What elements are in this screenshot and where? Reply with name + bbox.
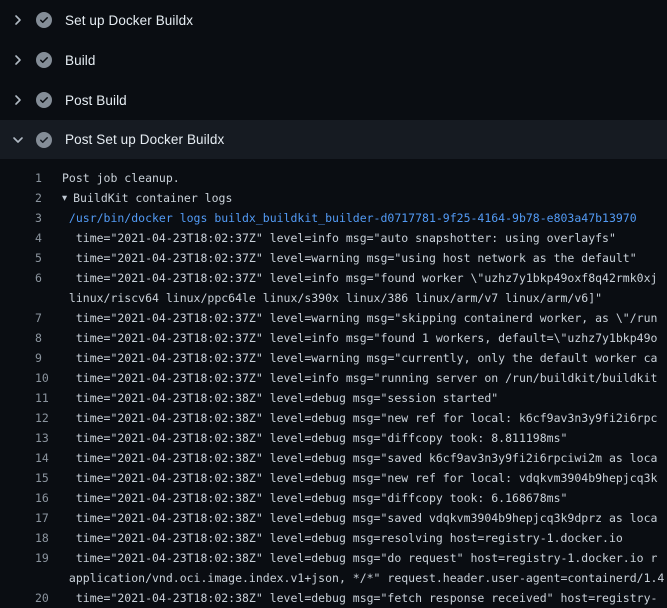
log-text: time="2021-04-23T18:02:38Z" level=debug … <box>62 528 623 548</box>
log-text: ▼ BuildKit container logs <box>62 188 232 208</box>
log-line-number[interactable]: 10 <box>0 368 62 388</box>
log: 1Post job cleanup.2▼ BuildKit container l… <box>0 159 667 608</box>
log-line: 10 time="2021-04-23T18:02:37Z" level=inf… <box>0 368 667 388</box>
log-line-number[interactable]: 3 <box>0 208 62 228</box>
log-line: 16 time="2021-04-23T18:02:38Z" level=deb… <box>0 488 667 508</box>
log-text: time="2021-04-23T18:02:38Z" level=debug … <box>62 428 567 448</box>
log-text: time="2021-04-23T18:02:37Z" level=info m… <box>62 328 657 348</box>
log-line-number[interactable]: 6 <box>0 268 62 288</box>
chevron-down-icon <box>10 132 26 148</box>
step-label: Build <box>65 53 96 68</box>
log-line-number[interactable]: 11 <box>0 388 62 408</box>
log-line: 4 time="2021-04-23T18:02:37Z" level=info… <box>0 228 667 248</box>
log-line-number[interactable]: 16 <box>0 488 62 508</box>
log-text: application/vnd.oci.image.index.v1+json,… <box>62 568 664 588</box>
log-text: Post job cleanup. <box>62 168 180 188</box>
log-line-number[interactable]: 1 <box>0 168 62 188</box>
log-line: 19 time="2021-04-23T18:02:38Z" level=deb… <box>0 548 667 568</box>
step-label: Post Set up Docker Buildx <box>65 132 224 147</box>
log-text: time="2021-04-23T18:02:37Z" level=warnin… <box>62 348 657 368</box>
log-text: time="2021-04-23T18:02:38Z" level=debug … <box>62 448 657 468</box>
log-line-number[interactable]: 14 <box>0 448 62 468</box>
chevron-right-icon <box>10 52 26 68</box>
step-post-set-up-docker-buildx[interactable]: Post Set up Docker Buildx <box>0 120 667 159</box>
log-text: time="2021-04-23T18:02:37Z" level=warnin… <box>62 248 637 268</box>
chevron-right-icon <box>10 12 26 28</box>
log-command-text: /usr/bin/docker logs buildx_buildkit_bui… <box>62 208 637 228</box>
log-text: time="2021-04-23T18:02:38Z" level=debug … <box>62 588 657 608</box>
log-line-number <box>0 288 62 308</box>
log-line-continuation: linux/riscv64 linux/ppc64le linux/s390x … <box>0 288 667 308</box>
log-line-continuation: application/vnd.oci.image.index.v1+json,… <box>0 568 667 588</box>
log-line: 9 time="2021-04-23T18:02:37Z" level=warn… <box>0 348 667 368</box>
log-line: 2▼ BuildKit container logs <box>0 188 667 208</box>
log-line-number[interactable]: 20 <box>0 588 62 608</box>
log-text: time="2021-04-23T18:02:38Z" level=debug … <box>62 548 657 568</box>
log-line-number[interactable]: 19 <box>0 548 62 568</box>
log-line: 14 time="2021-04-23T18:02:38Z" level=deb… <box>0 448 667 468</box>
log-text: time="2021-04-23T18:02:37Z" level=info m… <box>62 228 616 248</box>
log-line-number[interactable]: 13 <box>0 428 62 448</box>
log-text: time="2021-04-23T18:02:38Z" level=debug … <box>62 508 657 528</box>
chevron-right-icon <box>10 92 26 108</box>
log-line: 1Post job cleanup. <box>0 168 667 188</box>
log-line-number[interactable]: 12 <box>0 408 62 428</box>
check-circle-icon <box>36 52 52 68</box>
log-text: linux/riscv64 linux/ppc64le linux/s390x … <box>62 288 602 308</box>
log-line-number[interactable]: 9 <box>0 348 62 368</box>
steps-list: Set up Docker Buildx Build Post Build Po… <box>0 0 667 159</box>
step-build[interactable]: Build <box>0 40 667 80</box>
log-line-number <box>0 568 62 588</box>
log-line: 8 time="2021-04-23T18:02:37Z" level=info… <box>0 328 667 348</box>
log-line: 6 time="2021-04-23T18:02:37Z" level=info… <box>0 268 667 288</box>
check-circle-icon <box>36 92 52 108</box>
log-line: 7 time="2021-04-23T18:02:37Z" level=warn… <box>0 308 667 328</box>
log-line-number[interactable]: 18 <box>0 528 62 548</box>
log-line-number[interactable]: 4 <box>0 228 62 248</box>
log-group-toggle-icon[interactable]: ▼ <box>62 189 67 209</box>
log-line: 11 time="2021-04-23T18:02:38Z" level=deb… <box>0 388 667 408</box>
check-circle-icon <box>36 132 52 148</box>
log-line: 18 time="2021-04-23T18:02:38Z" level=deb… <box>0 528 667 548</box>
log-line: 20 time="2021-04-23T18:02:38Z" level=deb… <box>0 588 667 608</box>
log-line-number[interactable]: 5 <box>0 248 62 268</box>
log-line: 17 time="2021-04-23T18:02:38Z" level=deb… <box>0 508 667 528</box>
log-group-label: BuildKit container logs <box>73 191 232 205</box>
log-line-number[interactable]: 15 <box>0 468 62 488</box>
step-post-build[interactable]: Post Build <box>0 80 667 120</box>
log-text: time="2021-04-23T18:02:37Z" level=warnin… <box>62 308 657 328</box>
log-line-number[interactable]: 17 <box>0 508 62 528</box>
log-line: 12 time="2021-04-23T18:02:38Z" level=deb… <box>0 408 667 428</box>
log-text: time="2021-04-23T18:02:38Z" level=debug … <box>62 468 657 488</box>
log-text: time="2021-04-23T18:02:37Z" level=info m… <box>62 368 657 388</box>
log-text: time="2021-04-23T18:02:37Z" level=info m… <box>62 268 657 288</box>
check-circle-icon <box>36 12 52 28</box>
step-label: Set up Docker Buildx <box>65 13 193 28</box>
log-line: 13 time="2021-04-23T18:02:38Z" level=deb… <box>0 428 667 448</box>
log-line: 15 time="2021-04-23T18:02:38Z" level=deb… <box>0 468 667 488</box>
log-text: time="2021-04-23T18:02:38Z" level=debug … <box>62 408 657 428</box>
log-text: time="2021-04-23T18:02:38Z" level=debug … <box>62 488 567 508</box>
log-line-number[interactable]: 2 <box>0 188 62 208</box>
log-line-number[interactable]: 7 <box>0 308 62 328</box>
log-line: 3 /usr/bin/docker logs buildx_buildkit_b… <box>0 208 667 228</box>
log-line: 5 time="2021-04-23T18:02:37Z" level=warn… <box>0 248 667 268</box>
step-set-up-docker-buildx[interactable]: Set up Docker Buildx <box>0 0 667 40</box>
log-line-number[interactable]: 8 <box>0 328 62 348</box>
step-label: Post Build <box>65 93 127 108</box>
log-text: time="2021-04-23T18:02:38Z" level=debug … <box>62 388 498 408</box>
